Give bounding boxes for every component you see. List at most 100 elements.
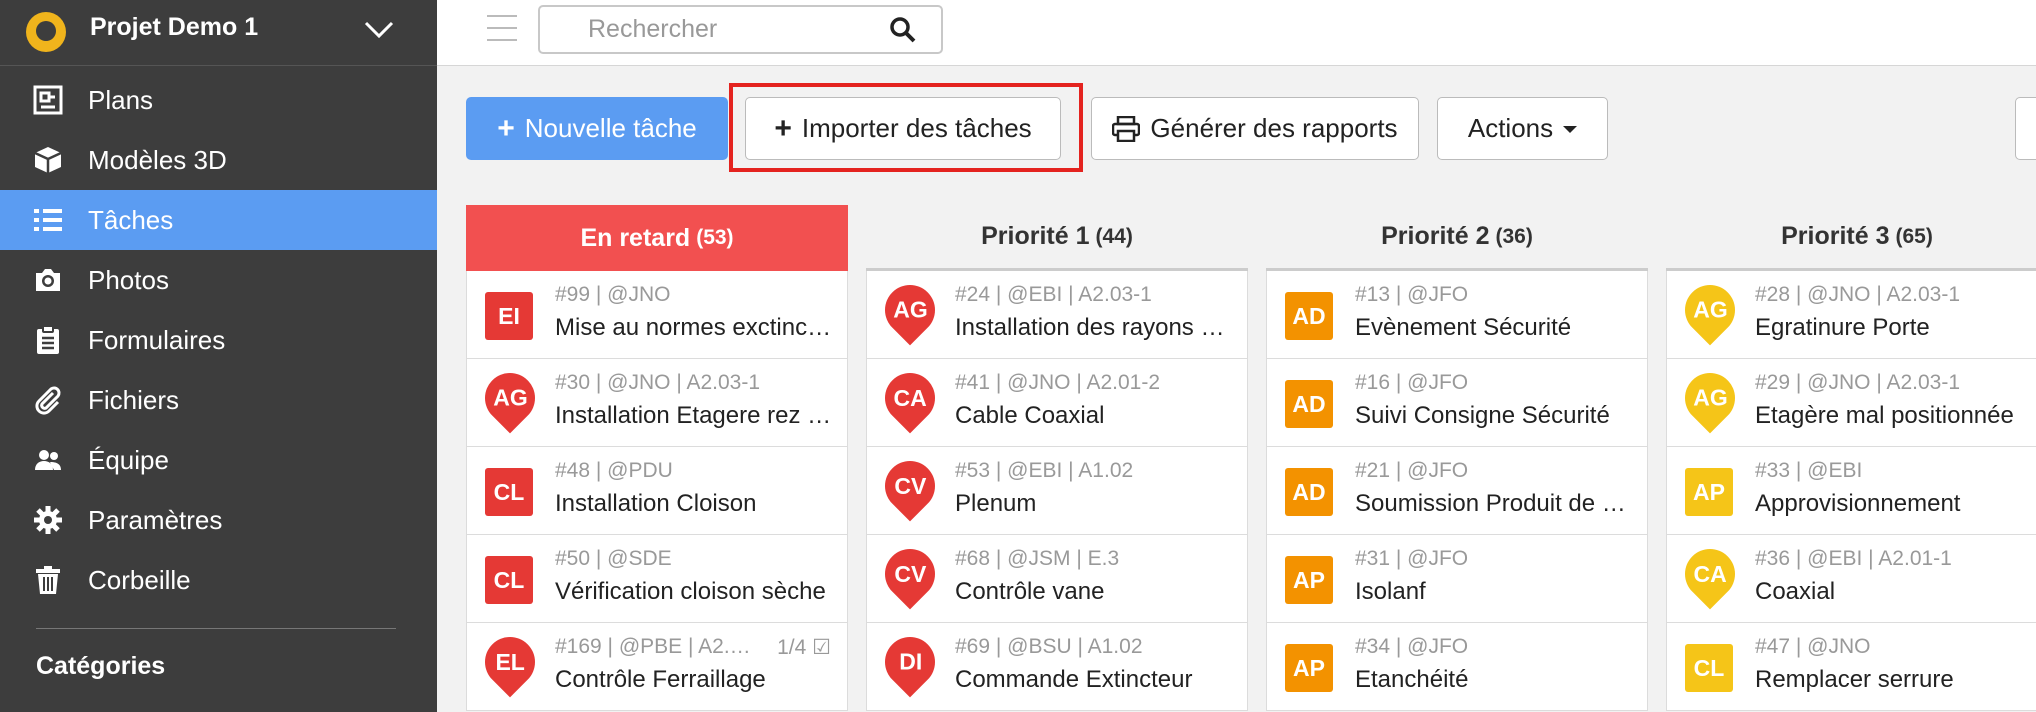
task-badge: EI <box>485 292 533 340</box>
sidebar-item-label: Tâches <box>88 205 174 235</box>
project-selector[interactable]: Projet Demo 1 <box>0 0 437 66</box>
column-title: Priorité 2 <box>1381 222 1490 250</box>
search-icon[interactable] <box>889 16 917 44</box>
task-badge: AD <box>1285 292 1333 340</box>
task-badge: CL <box>485 556 533 604</box>
task-card[interactable]: AP #31 | @JFO Isolanf <box>1266 535 1648 623</box>
badge-text: CV <box>894 560 926 587</box>
task-card[interactable]: CV #53 | @EBI | A1.02 Plenum <box>866 447 1248 535</box>
task-badge: CV <box>874 450 946 522</box>
task-card[interactable]: AD #21 | @JFO Soumission Produit de C… <box>1266 447 1648 535</box>
search-box[interactable] <box>538 5 943 54</box>
badge-text: EI <box>498 302 520 329</box>
task-title: Remplacer serrure <box>1755 666 1954 693</box>
task-title: Approvisionnement <box>1755 490 1961 517</box>
task-card[interactable]: DI #69 | @BSU | A1.02 Commande Extincteur <box>866 623 1248 711</box>
plan-icon <box>33 85 65 117</box>
column-title: Priorité 1 <box>981 222 1090 250</box>
generate-reports-button[interactable]: Générer des rapports <box>1091 97 1419 160</box>
checklist-progress: 1/4 ☑ <box>777 635 831 660</box>
task-card[interactable]: CV #68 | @JSM | E.3 Contrôle vane <box>866 535 1248 623</box>
actions-dropdown[interactable]: Actions <box>1437 97 1608 160</box>
task-card[interactable]: EL #169 | @PBE | A2.… Contrôle Ferraillage… <box>466 623 848 711</box>
task-title: Mise au normes exctinct… <box>555 314 837 341</box>
sidebar-item-3[interactable]: Tâches <box>0 190 437 250</box>
sidebar-item-label: Photos <box>88 265 169 295</box>
sidebar-item-5[interactable]: Formulaires <box>0 310 437 370</box>
task-card[interactable]: CA #36 | @EBI | A2.01-1 Coaxial <box>1666 535 2036 623</box>
task-column: Priorité 2 (36) AD #13 | @JFO Evènement Sécu… <box>1266 205 1648 711</box>
sidebar-item-6[interactable]: Fichiers <box>0 370 437 430</box>
sidebar-item-2[interactable]: Modèles 3D <box>0 130 437 190</box>
badge-text: CL <box>493 566 525 593</box>
task-meta: #29 | @JNO | A2.03-1 <box>1755 371 1960 394</box>
task-card[interactable]: CL #47 | @JNO Remplacer serrure <box>1666 623 2036 711</box>
task-card[interactable]: AG #24 | @EBI | A2.03-1 Installation des r… <box>866 271 1248 359</box>
task-card[interactable]: AP #34 | @JFO Etanchéité <box>1266 623 1648 711</box>
printer-icon <box>1112 115 1141 142</box>
sidebar-item-4[interactable]: Photos <box>0 250 437 310</box>
task-card[interactable]: AG #29 | @JNO | A2.03-1 Etagère mal positi… <box>1666 359 2036 447</box>
badge-text: AG <box>1692 296 1728 323</box>
column-title: Priorité 3 <box>1781 222 1890 250</box>
task-title: Commande Extincteur <box>955 666 1193 693</box>
task-card[interactable]: CL #50 | @SDE Vérification cloison sèche <box>466 535 848 623</box>
column-header[interactable]: Priorité 2 (36) <box>1266 205 1648 271</box>
task-badge: AG <box>474 362 546 434</box>
task-meta: #31 | @JFO <box>1355 547 1469 570</box>
highlight-box <box>729 83 1083 172</box>
task-card[interactable]: CL #48 | @PDU Installation Cloison <box>466 447 848 535</box>
camera-icon <box>33 265 65 297</box>
column-header[interactable]: Priorité 3 (65) <box>1666 205 2036 271</box>
sidebar-item-7[interactable]: Équipe <box>0 430 437 490</box>
task-title: Etagère mal positionnée <box>1755 402 2014 429</box>
task-card[interactable]: AG #28 | @JNO | A2.03-1 Egratinure Porte <box>1666 271 2036 359</box>
task-meta: #68 | @JSM | E.3 <box>955 547 1120 570</box>
task-badge: AG <box>1674 274 1746 346</box>
task-meta: #21 | @JFO <box>1355 459 1469 482</box>
menu-icon[interactable] <box>487 15 517 43</box>
task-card[interactable]: AP #33 | @EBI Approvisionnement <box>1666 447 2036 535</box>
badge-text: AG <box>892 296 928 323</box>
sidebar-item-8[interactable]: Paramètres <box>0 490 437 550</box>
list-icon <box>33 205 65 237</box>
task-title: Vérification cloison sèche <box>555 578 826 605</box>
task-meta: #41 | @JNO | A2.01-2 <box>955 371 1160 394</box>
task-card[interactable]: AD #13 | @JFO Evènement Sécurité <box>1266 271 1648 359</box>
new-task-label: Nouvelle tâche <box>524 113 697 143</box>
task-title: Installation Cloison <box>555 490 757 517</box>
task-column: Priorité 1 (44) AG #24 | @EBI | A2.03-1 Inst… <box>866 205 1248 711</box>
cube-icon <box>33 145 65 177</box>
sidebar-item-label: Corbeille <box>88 565 191 595</box>
sidebar-item-label: Formulaires <box>88 325 226 355</box>
actions-label: Actions <box>1467 113 1554 143</box>
sidebar-item-label: Fichiers <box>88 385 180 415</box>
column-header[interactable]: Priorité 1 (44) <box>866 205 1248 271</box>
badge-text: EL <box>495 648 525 675</box>
task-meta: #33 | @EBI <box>1755 459 1863 482</box>
task-title: Evènement Sécurité <box>1355 314 1572 341</box>
task-card[interactable]: AD #16 | @JFO Suivi Consigne Sécurité <box>1266 359 1648 447</box>
badge-text: AP <box>1293 654 1325 681</box>
sidebar-item-label: Équipe <box>88 445 169 475</box>
chevron-down-icon[interactable] <box>363 14 395 46</box>
search-input[interactable] <box>552 12 872 46</box>
task-badge: AP <box>1285 556 1333 604</box>
badge-text: CL <box>1693 654 1725 681</box>
task-badge: AP <box>1685 468 1733 516</box>
task-title: Contrôle vane <box>955 578 1105 605</box>
column-header[interactable]: En retard (53) <box>466 205 848 271</box>
task-title: Suivi Consigne Sécurité <box>1355 402 1610 429</box>
sidebar-item-1[interactable]: Plans <box>0 70 437 130</box>
extra-toolbar-button[interactable] <box>2015 97 2036 160</box>
task-column: Priorité 3 (65) AG #28 | @JNO | A2.03-1 Egra… <box>1666 205 2036 711</box>
task-card[interactable]: EI #99 | @JNO Mise au normes exctinct… <box>466 271 848 359</box>
top-bar <box>437 0 2036 66</box>
task-badge: DI <box>874 626 946 698</box>
task-card[interactable]: AG #30 | @JNO | A2.03-1 Installation Etage… <box>466 359 848 447</box>
badge-text: CL <box>493 478 525 505</box>
new-task-button[interactable]: + Nouvelle tâche <box>466 97 728 160</box>
sidebar-item-9[interactable]: Corbeille <box>0 550 437 610</box>
sidebar-item-label: Paramètres <box>88 505 223 535</box>
task-card[interactable]: CA #41 | @JNO | A2.01-2 Cable Coaxial <box>866 359 1248 447</box>
